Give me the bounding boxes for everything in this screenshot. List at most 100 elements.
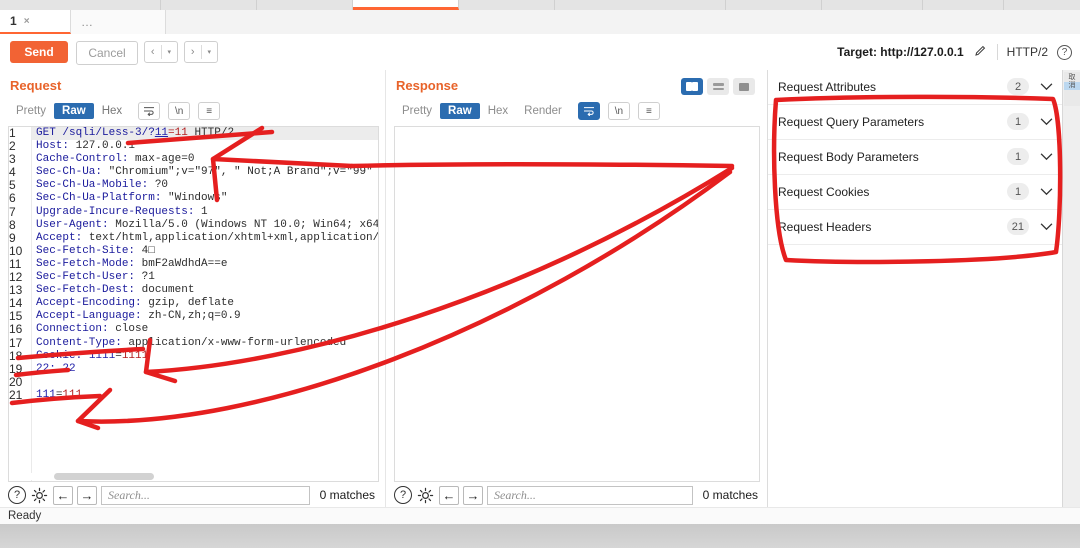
request-line[interactable]: 18 Cookie: 1111=1111 bbox=[9, 349, 378, 363]
request-line[interactable]: 6 Sec-Ch-Ua-Platform: "Windows" bbox=[9, 192, 378, 205]
request-line[interactable]: 13 Sec-Fetch-Dest: document bbox=[9, 284, 378, 297]
repeater-tab-new[interactable]: … bbox=[71, 10, 166, 34]
global-tab-5[interactable] bbox=[555, 0, 726, 10]
request-line[interactable]: 2 Host: 127.0.0.1 bbox=[9, 139, 378, 153]
menu-icon[interactable]: ≡ bbox=[198, 102, 221, 120]
help-icon[interactable]: ? bbox=[8, 486, 26, 504]
menu-icon[interactable]: ≡ bbox=[637, 102, 660, 120]
request-tab-raw[interactable]: Raw bbox=[54, 103, 94, 119]
line-text: Content-Type: application/x-www-form-url… bbox=[36, 336, 347, 349]
chevron-down-icon[interactable] bbox=[1040, 150, 1053, 164]
chevron-down-icon[interactable] bbox=[1040, 220, 1053, 234]
request-code-area[interactable]: 1 GET /sqli/Less-3/?11=11 HTTP/2 2 Host: 12… bbox=[9, 127, 378, 481]
search-next-button[interactable]: → bbox=[77, 485, 97, 505]
single-pane-toggle[interactable] bbox=[733, 78, 755, 95]
chevron-down-icon[interactable] bbox=[1040, 185, 1053, 199]
search-input[interactable]: Search... bbox=[487, 485, 693, 505]
global-tab-9[interactable] bbox=[1004, 0, 1080, 10]
request-line[interactable]: 15 Accept-Language: zh-CN,zh;q=0.9 bbox=[9, 310, 378, 323]
inspector-section-request-cookies[interactable]: Request Cookies 1 bbox=[768, 175, 1063, 210]
layout-toggle-group[interactable] bbox=[681, 78, 755, 95]
request-line[interactable]: 10 Sec-Fetch-Site: 4□ bbox=[9, 244, 378, 258]
request-line[interactable]: 12 Sec-Fetch-User: ?1 bbox=[9, 270, 378, 284]
inspector-section-request-attributes[interactable]: Request Attributes 2 bbox=[768, 70, 1063, 105]
global-tab-0[interactable] bbox=[0, 0, 161, 10]
request-line[interactable]: 9 Accept: text/html,application/xhtml+xml… bbox=[9, 231, 378, 245]
search-prev-button[interactable]: ← bbox=[53, 485, 73, 505]
line-text: Connection: close bbox=[36, 323, 149, 336]
help-icon[interactable]: ? bbox=[394, 486, 412, 504]
request-line[interactable]: 5 Sec-Ch-Ua-Mobile: ?0 bbox=[9, 179, 378, 192]
chevron-left-icon: ‹ bbox=[150, 46, 155, 58]
request-line[interactable]: 16 Connection: close bbox=[9, 323, 378, 336]
newline-icon[interactable]: \n bbox=[168, 102, 191, 120]
response-mode-bar[interactable]: Pretty Raw Hex Render \n ≡ bbox=[394, 102, 660, 120]
request-line[interactable]: 4 Sec-Ch-Ua: "Chromium";v="97", " Not;A B… bbox=[9, 166, 378, 179]
request-line[interactable]: 14 Accept-Encoding: gzip, deflate bbox=[9, 297, 378, 310]
request-line[interactable]: 8 User-Agent: Mozilla/5.0 (Windows NT 10.… bbox=[9, 218, 378, 232]
response-tab-raw[interactable]: Raw bbox=[440, 103, 480, 119]
inspector-panel: Inspector bbox=[767, 70, 1063, 526]
scrollbar-thumb[interactable] bbox=[54, 473, 154, 480]
split-vertical-toggle[interactable] bbox=[681, 78, 703, 95]
request-line[interactable]: 21 111=111 bbox=[9, 388, 378, 402]
help-icon[interactable]: ? bbox=[1057, 44, 1072, 60]
global-tab-7[interactable] bbox=[822, 0, 923, 10]
line-text: Accept-Encoding: gzip, deflate bbox=[36, 297, 235, 310]
inspector-section-request-body-parameters[interactable]: Request Body Parameters 1 bbox=[768, 140, 1063, 175]
global-tab-2[interactable] bbox=[257, 0, 353, 10]
line-text: Accept-Language: zh-CN,zh;q=0.9 bbox=[36, 310, 241, 323]
global-tab-1[interactable] bbox=[161, 0, 257, 10]
line-number: 17 bbox=[9, 335, 23, 350]
history-forward-button[interactable]: › ▾ bbox=[184, 41, 218, 63]
global-tab-6[interactable] bbox=[726, 0, 822, 10]
global-tab-repeater[interactable] bbox=[353, 0, 459, 10]
side-rail: 取 消 bbox=[1062, 70, 1080, 526]
http-version-label[interactable]: HTTP/2 bbox=[1007, 45, 1048, 59]
response-editor[interactable] bbox=[394, 126, 760, 482]
chevron-down-icon[interactable] bbox=[1040, 115, 1053, 129]
history-back-button[interactable]: ‹ ▾ bbox=[144, 41, 178, 63]
request-line[interactable]: 7 Upgrade-Incure-Requests: 1 bbox=[9, 205, 378, 219]
newline-icon[interactable]: \n bbox=[607, 102, 630, 120]
line-text: Sec-Fetch-Site: 4□ bbox=[36, 244, 155, 257]
global-tab-8[interactable] bbox=[923, 0, 1004, 10]
line-text: Sec-Fetch-Mode: bmF2aWdhdA==e bbox=[36, 257, 228, 270]
response-tab-hex[interactable]: Hex bbox=[480, 103, 516, 119]
inspector-section-request-query-parameters[interactable]: Request Query Parameters 1 bbox=[768, 105, 1063, 140]
word-wrap-icon[interactable] bbox=[577, 102, 600, 120]
search-prev-button[interactable]: ← bbox=[439, 485, 459, 505]
search-next-button[interactable]: → bbox=[463, 485, 483, 505]
request-line[interactable]: 20 bbox=[9, 375, 378, 389]
request-tab-pretty[interactable]: Pretty bbox=[8, 103, 54, 119]
send-button[interactable]: Send bbox=[10, 41, 68, 63]
request-line[interactable]: 1 GET /sqli/Less-3/?11=11 HTTP/2 bbox=[9, 127, 378, 141]
inspector-section-list[interactable]: Request Attributes 2 Request Query Paramet… bbox=[768, 70, 1063, 245]
request-mode-bar[interactable]: Pretty Raw Hex \n ≡ bbox=[8, 102, 221, 120]
line-number: 16 bbox=[9, 322, 23, 337]
request-editor[interactable]: 1 GET /sqli/Less-3/?11=11 HTTP/2 2 Host: 12… bbox=[8, 126, 379, 482]
repeater-tab-bar[interactable]: 1 × … bbox=[0, 10, 1080, 35]
request-line[interactable]: 19 22: 22 bbox=[9, 362, 378, 376]
inspector-section-request-headers[interactable]: Request Headers 21 bbox=[768, 210, 1063, 245]
request-line[interactable]: 17 Content-Type: application/x-www-form-u… bbox=[9, 336, 378, 350]
word-wrap-icon[interactable] bbox=[138, 102, 161, 120]
global-tab-4[interactable] bbox=[459, 0, 555, 10]
search-input[interactable]: Search... bbox=[101, 485, 310, 505]
cancel-button[interactable]: Cancel bbox=[76, 41, 138, 65]
chevron-down-icon[interactable] bbox=[1040, 80, 1053, 94]
request-panel: Request Pretty Raw Hex \n ≡ 1 GET /sqli/L… bbox=[0, 70, 385, 526]
gear-icon[interactable] bbox=[30, 486, 49, 505]
gear-icon[interactable] bbox=[416, 486, 435, 505]
close-icon[interactable]: × bbox=[24, 16, 30, 27]
split-horizontal-toggle[interactable] bbox=[707, 78, 729, 95]
response-tab-render[interactable]: Render bbox=[516, 103, 570, 119]
request-hscrollbar[interactable] bbox=[10, 473, 377, 480]
side-rail-tab[interactable]: 取 消 bbox=[1064, 72, 1080, 106]
pencil-icon[interactable] bbox=[973, 43, 988, 61]
response-tab-pretty[interactable]: Pretty bbox=[394, 103, 440, 119]
request-line[interactable]: 3 Cache-Control: max-age=0 bbox=[9, 153, 378, 166]
request-tab-hex[interactable]: Hex bbox=[94, 103, 130, 119]
request-line[interactable]: 11 Sec-Fetch-Mode: bmF2aWdhdA==e bbox=[9, 257, 378, 271]
repeater-tab-1[interactable]: 1 × bbox=[0, 10, 71, 34]
